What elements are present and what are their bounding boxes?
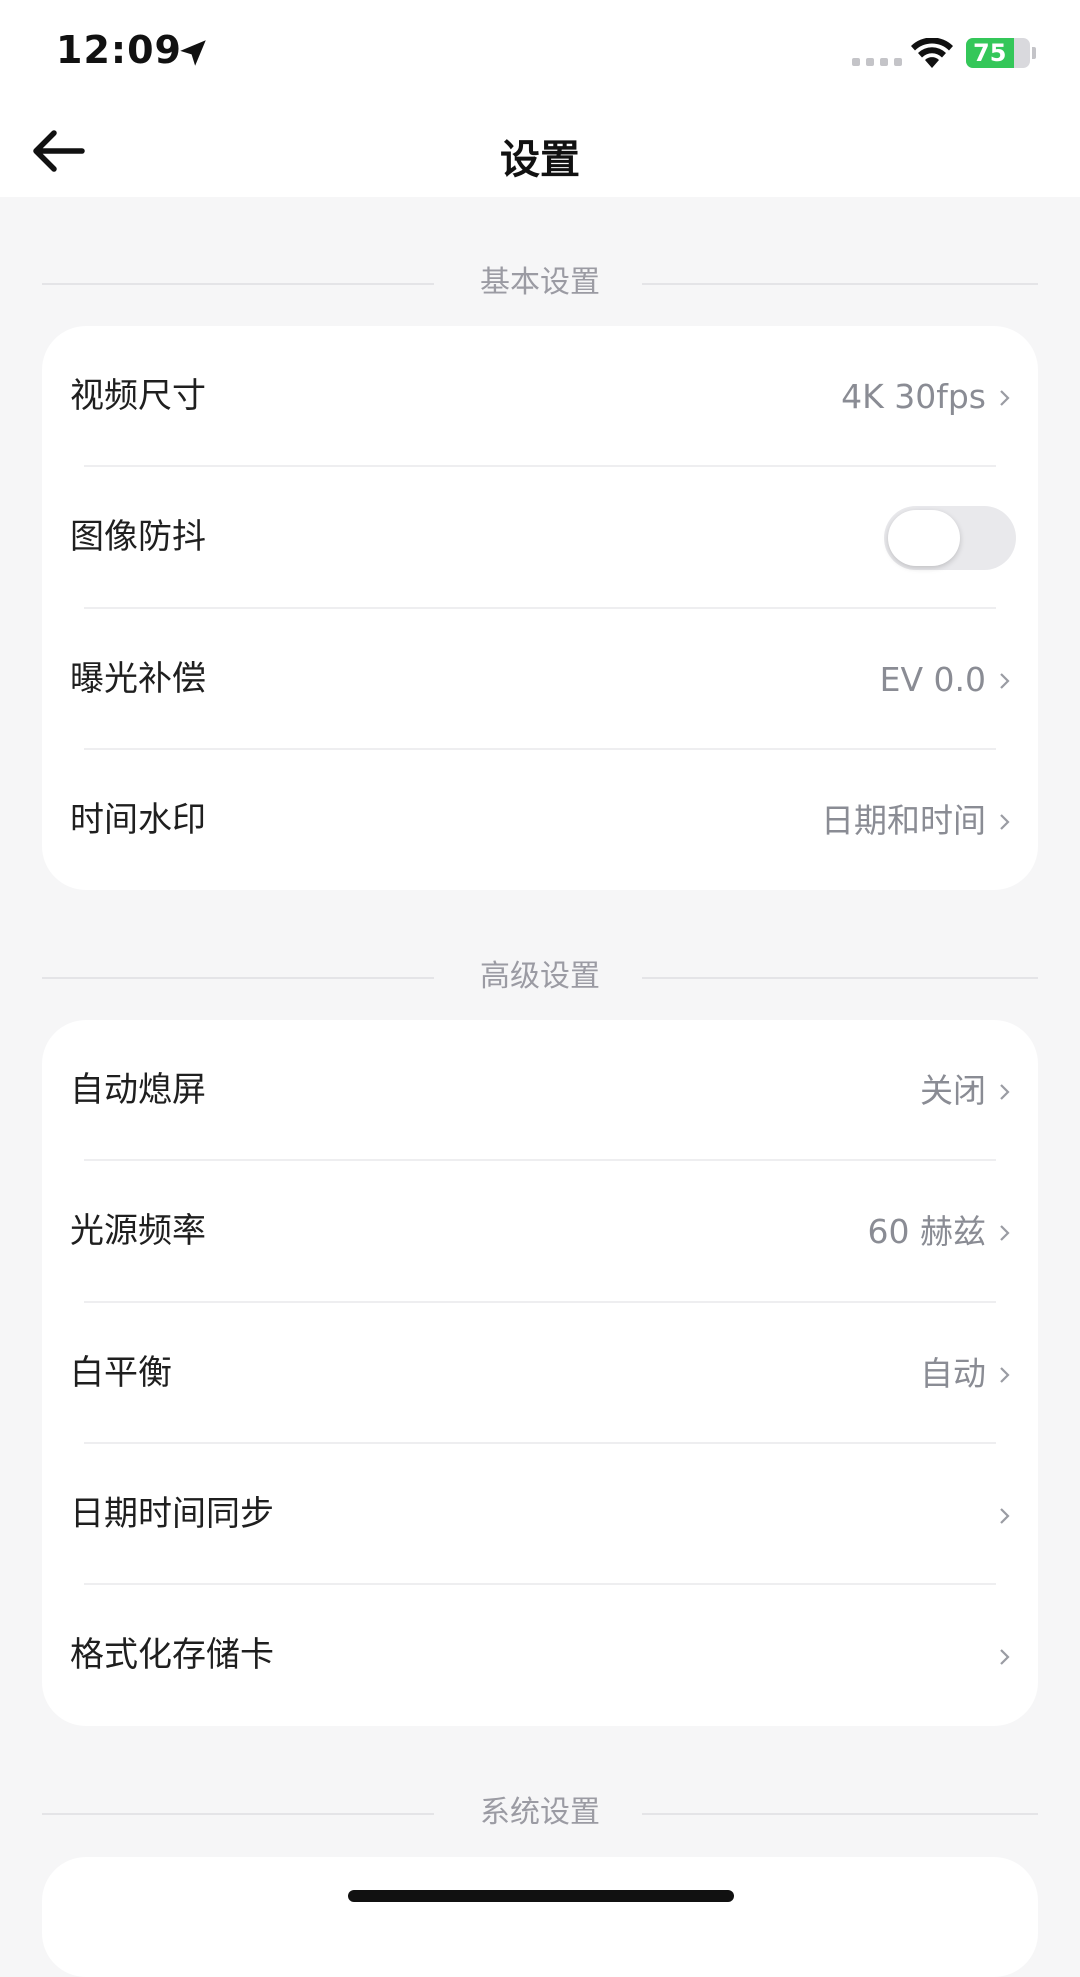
setting-title: 日期时间同步 [70,1494,274,1534]
setting-title: 白平衡 [70,1353,172,1393]
chevron-right-icon [1000,1367,1010,1383]
location-arrow-icon [180,40,206,66]
section-header-advanced: 高级设置 [42,957,1038,997]
setting-value: EV 0.0 [879,660,986,699]
chevron-right-icon [1000,1225,1010,1241]
advanced-settings-card: 自动熄屏 关闭 光源频率 60 赫兹 白平衡 自动 日期时间同步 格式化存储卡 [42,1020,1038,1726]
chevron-right-icon [1000,673,1010,689]
setting-value: 日期和时间 [821,801,986,840]
status-time: 12:09 [56,28,182,72]
chevron-right-icon [1000,1508,1010,1524]
system-settings-card [42,1857,1038,1977]
chevron-right-icon [1000,1084,1010,1100]
battery-percent: 75 [973,39,1007,67]
setting-title: 视频尺寸 [70,376,206,416]
nav-bar: 设置 [0,105,1080,197]
setting-video-size[interactable]: 视频尺寸 4K 30fps [42,326,1038,467]
setting-value: 自动 [920,1354,986,1393]
section-header-label: 基本设置 [480,265,600,300]
wifi-icon [911,38,953,68]
stabilization-toggle[interactable] [884,506,1016,570]
setting-title: 格式化存储卡 [70,1635,274,1675]
battery-icon: 75 [966,38,1036,68]
setting-image-stabilization: 图像防抖 [42,467,1038,608]
section-header-label: 高级设置 [480,959,600,994]
setting-title: 光源频率 [70,1211,206,1251]
setting-title: 时间水印 [70,800,206,840]
chevron-right-icon [1000,814,1010,830]
page-title: 设置 [500,137,580,183]
setting-light-frequency[interactable]: 光源频率 60 赫兹 [42,1161,1038,1302]
setting-auto-screen-off[interactable]: 自动熄屏 关闭 [42,1020,1038,1161]
setting-exposure-compensation[interactable]: 曝光补偿 EV 0.0 [42,609,1038,750]
setting-white-balance[interactable]: 白平衡 自动 [42,1303,1038,1444]
setting-value: 4K 30fps [841,377,986,416]
setting-title: 图像防抖 [70,517,206,557]
setting-format-sd-card[interactable]: 格式化存储卡 [42,1585,1038,1726]
setting-time-watermark[interactable]: 时间水印 日期和时间 [42,750,1038,891]
section-header-label: 系统设置 [480,1795,600,1830]
chevron-right-icon [1000,390,1010,406]
chevron-right-icon [1000,1649,1010,1665]
basic-settings-card: 视频尺寸 4K 30fps 图像防抖 曝光补偿 EV 0.0 时间水印 日期和时… [42,326,1038,890]
setting-value: 关闭 [920,1071,986,1110]
setting-title: 自动熄屏 [70,1070,206,1110]
section-header-system: 系统设置 [42,1793,1038,1833]
home-indicator[interactable] [348,1890,734,1902]
setting-title: 曝光补偿 [70,659,206,699]
status-bar: 12:09 75 [0,0,1080,105]
section-header-basic: 基本设置 [42,263,1038,303]
cellular-signal-icon [852,58,902,66]
setting-datetime-sync[interactable]: 日期时间同步 [42,1444,1038,1585]
setting-value: 60 赫兹 [867,1212,986,1251]
